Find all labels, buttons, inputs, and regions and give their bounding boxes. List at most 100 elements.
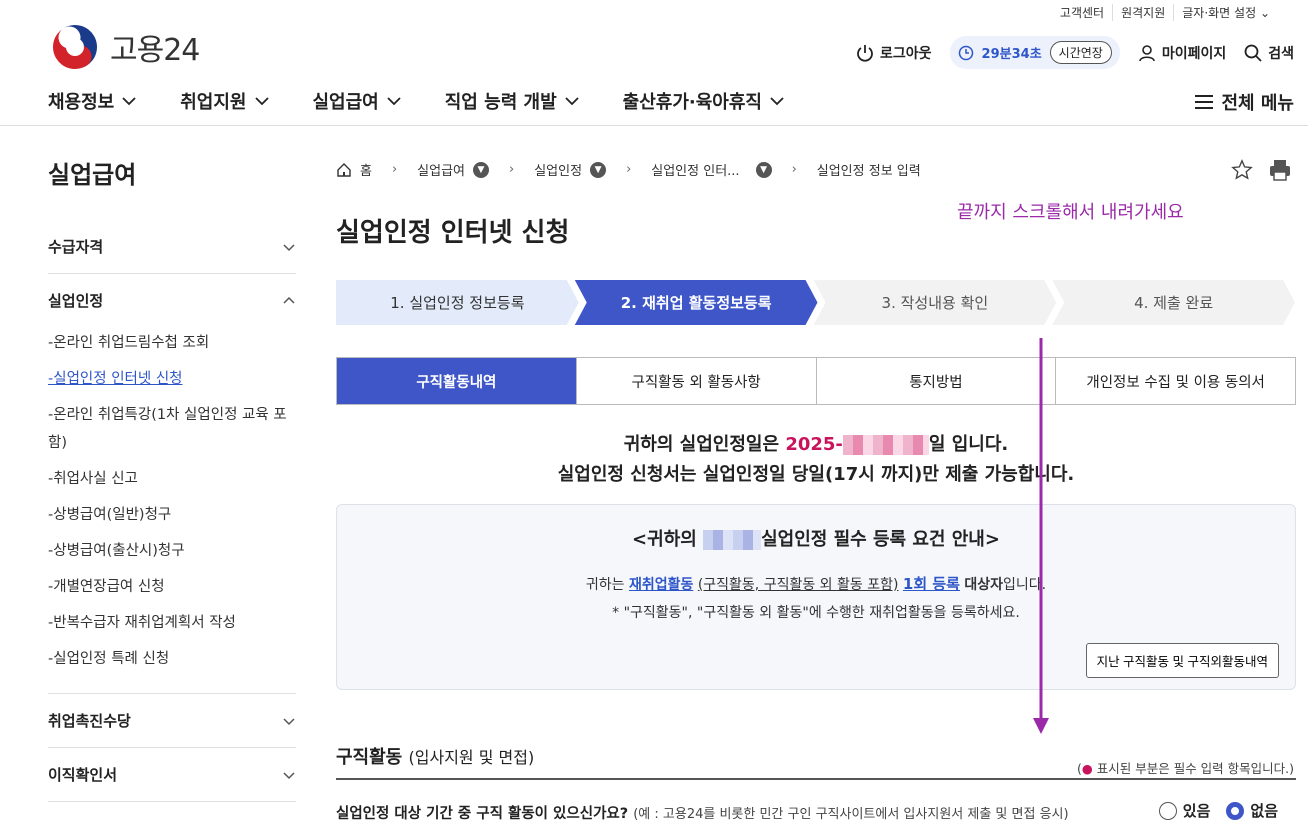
search-button[interactable]: 검색	[1244, 43, 1294, 63]
logout-button[interactable]: 로그아웃	[856, 43, 932, 63]
chevron-down-icon	[122, 97, 136, 106]
redacted-text	[703, 530, 762, 550]
tab-other-activities[interactable]: 구직활동 외 활동사항	[575, 358, 816, 404]
chevron-right-icon: ›	[626, 162, 632, 177]
clock-icon	[958, 45, 973, 60]
sidebar: 실업급여 수급자격 실업인정 -온라인 취업드림수첩 조회 -실업인정 인터넷 …	[48, 155, 296, 802]
header-actions: 로그아웃 29분34초 시간연장 마이페이지 검색	[856, 36, 1294, 69]
sidebar-section-eligibility: 수급자격	[48, 220, 296, 274]
sidebar-item-eligibility[interactable]: 수급자격	[48, 236, 296, 257]
chevron-right-icon: ›	[509, 162, 515, 177]
progress-steps: 1. 실업인정 정보등록 2. 재취업 활동정보등록 3. 작성내용 확인 4.…	[336, 280, 1295, 325]
redacted-date	[842, 435, 929, 455]
hamburger-icon	[1195, 95, 1214, 109]
radio-yes[interactable]: 있음	[1158, 800, 1210, 821]
content-tabs: 구직활동내역 구직활동 외 활동사항 통지방법 개인정보 수집 및 이용 동의서	[336, 357, 1296, 405]
session-timer: 29분34초 시간연장	[949, 36, 1120, 69]
power-icon	[857, 44, 873, 62]
sidebar-subitem[interactable]: -온라인 취업특강(1차 실업인정 교육 포함)	[48, 397, 296, 461]
radio-no[interactable]: 없음	[1226, 800, 1278, 821]
tab-notification[interactable]: 통지방법	[815, 358, 1056, 404]
job-search-radio-group: 있음 없음	[1158, 800, 1278, 821]
step-2-current: 2. 재취업 활동정보등록	[575, 280, 818, 325]
dropdown-circle-icon: ▼	[473, 161, 490, 178]
chevron-down-icon	[283, 717, 295, 725]
tab-privacy-consent[interactable]: 개인정보 수집 및 이용 동의서	[1055, 358, 1295, 404]
sidebar-subitem[interactable]: -온라인 취업드림수첩 조회	[48, 325, 296, 361]
section-title: 구직활동 (입사지원 및 면접)	[336, 747, 535, 768]
sidebar-item-certification[interactable]: 실업인정	[48, 290, 296, 311]
site-logo[interactable]: 고용24	[50, 22, 200, 72]
step-1: 1. 실업인정 정보등록	[336, 280, 579, 325]
home-icon	[337, 162, 351, 177]
chevron-down-icon	[283, 771, 295, 779]
sidebar-title: 실업급여	[48, 161, 137, 189]
header-divider	[0, 125, 1308, 126]
main-nav: 채용정보 취업지원 실업급여 직업 능력 개발 출산휴가·육아휴직	[48, 88, 784, 114]
sidebar-item-separation[interactable]: 이직확인서	[48, 764, 296, 785]
breadcrumb-internet-apply[interactable]: 실업인정 인터... ▼	[651, 160, 772, 179]
sidebar-subitem[interactable]: -개별연장급여 신청	[48, 569, 296, 605]
dropdown-circle-icon: ▼	[755, 161, 772, 178]
print-button[interactable]	[1266, 155, 1294, 185]
util-display-settings[interactable]: 글자·화면 설정 ⌄	[1173, 4, 1278, 21]
breadcrumb-current: 실업인정 정보 입력	[816, 164, 921, 179]
sidebar-subitem[interactable]: -상병급여(출산시)청구	[48, 533, 296, 569]
page-title: 실업인정 인터넷 신청	[336, 218, 570, 248]
logo-text: 고용24	[110, 33, 200, 68]
gnb-item-jobs[interactable]: 채용정보	[48, 88, 136, 114]
printer-icon	[1270, 160, 1290, 181]
util-customer-center[interactable]: 고객센터	[1052, 4, 1112, 21]
taegeuk-logo-icon	[51, 23, 99, 71]
chevron-down-icon	[387, 97, 401, 106]
gnb-item-unemployment-benefit[interactable]: 실업급여	[313, 88, 401, 114]
certification-date: 2025-	[785, 434, 843, 455]
requirement-info-box: <귀하의 실업인정 필수 등록 요건 안내> 귀하는 재취업활동 (구직활동, …	[336, 504, 1296, 690]
sidebar-submenu: -온라인 취업드림수첩 조회 -실업인정 인터넷 신청 -온라인 취업특강(1차…	[48, 325, 296, 677]
dropdown-circle-icon: ▼	[590, 161, 607, 178]
page-tools	[1228, 155, 1294, 185]
gnb-item-parental-leave[interactable]: 출산휴가·육아휴직	[623, 88, 784, 114]
tab-job-search[interactable]: 구직활동내역	[337, 358, 576, 404]
sidebar-subitem-active[interactable]: -실업인정 인터넷 신청	[48, 361, 296, 397]
chevron-down-icon	[254, 97, 269, 106]
sidebar-subitem[interactable]: -실업인정 특례 신청	[48, 641, 296, 677]
sidebar-section-separation: 이직확인서	[48, 748, 296, 802]
sidebar-subitem[interactable]: -취업사실 신고	[48, 461, 296, 497]
chevron-up-icon	[283, 296, 295, 304]
all-menu-button[interactable]: 전체 메뉴	[1195, 89, 1294, 115]
required-field-note: (● 표시된 부분은 필수 입력 항목입니다.)	[1076, 761, 1294, 776]
radio-circle-selected	[1226, 801, 1245, 820]
mypage-link[interactable]: 마이페이지	[1138, 43, 1226, 63]
reemployment-activity-link[interactable]: 재취업활동	[629, 577, 693, 593]
scroll-instruction-note: 끝까지 스크롤해서 내려가세요	[957, 202, 1184, 223]
search-label: 검색	[1268, 45, 1294, 62]
step-3: 3. 작성내용 확인	[814, 280, 1057, 325]
search-icon	[1244, 44, 1262, 62]
star-icon	[1231, 159, 1253, 180]
chevron-right-icon: ›	[391, 162, 398, 177]
sidebar-subitem[interactable]: -반복수급자 재취업계획서 작성	[48, 605, 296, 641]
gnb-item-employment-support[interactable]: 취업지원	[180, 88, 269, 114]
timer-value: 29분34초	[981, 47, 1042, 62]
util-remote-support[interactable]: 원격지원	[1112, 4, 1173, 21]
gnb-item-skill-development[interactable]: 직업 능력 개발	[445, 88, 579, 114]
extend-session-button[interactable]: 시간연장	[1049, 41, 1112, 64]
breadcrumb-certification[interactable]: 실업인정 ▼	[534, 160, 607, 179]
breadcrumb-home[interactable]: 홈	[336, 160, 372, 179]
breadcrumb-benefit[interactable]: 실업급여 ▼	[417, 160, 490, 179]
required-dot-icon: ●	[1081, 761, 1093, 776]
all-menu-label: 전체 메뉴	[1221, 93, 1294, 114]
step-4: 4. 제출 완료	[1052, 280, 1295, 325]
past-activity-history-button[interactable]: 지난 구직활동 및 구직외활동내역	[1085, 643, 1279, 678]
user-icon	[1139, 44, 1155, 61]
sidebar-item-promotion[interactable]: 취업촉진수당	[48, 710, 296, 731]
info-box-line-1: 귀하는 재취업활동 (구직활동, 구직활동 외 활동 포함) 1회 등록 대상자…	[585, 575, 1047, 593]
mypage-label: 마이페이지	[1161, 45, 1227, 62]
breadcrumb: 홈 › 실업급여 ▼ › 실업인정 ▼ › 실업인정 인터... ▼ › 실업인…	[336, 160, 921, 179]
bookmark-button[interactable]	[1228, 155, 1256, 185]
sidebar-subitem[interactable]: -상병급여(일반)청구	[48, 497, 296, 533]
utility-bar: 고객센터 원격지원 글자·화면 설정 ⌄	[1052, 4, 1278, 21]
certification-date-notice: 귀하의 실업인정일은 2025- 일 입니다. 실업인정 신청서는 실업인정일 당…	[336, 430, 1296, 490]
info-box-title: <귀하의 실업인정 필수 등록 요건 안내>	[632, 529, 1000, 550]
